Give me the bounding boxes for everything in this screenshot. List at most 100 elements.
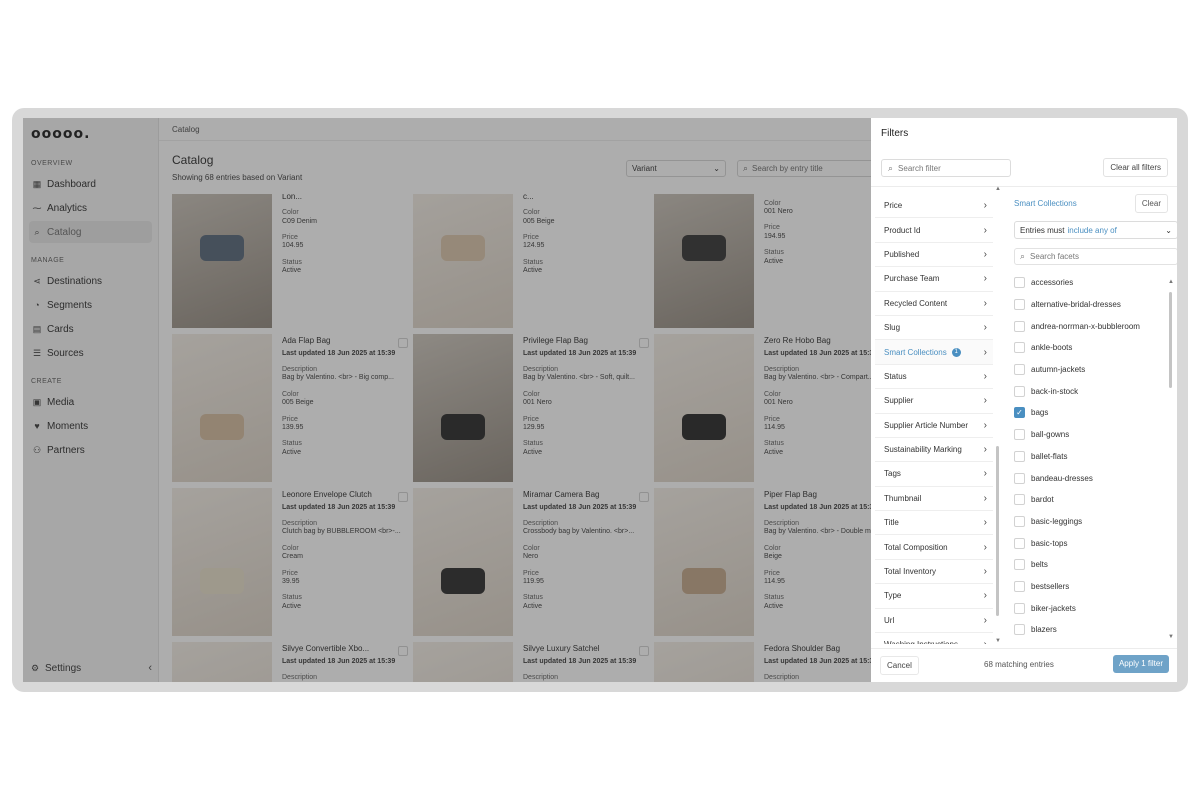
facet-checkbox[interactable] xyxy=(1014,515,1025,527)
field-scroll-down-icon[interactable]: ▼ xyxy=(995,638,1001,644)
facet-checkbox[interactable] xyxy=(1014,342,1025,354)
filter-field-slug[interactable]: Slug › xyxy=(875,316,993,341)
field-scroll-up-icon[interactable]: ▲ xyxy=(995,186,1001,192)
filter-field-label: Recycled Content xyxy=(884,298,948,308)
filter-field-price[interactable]: Price › xyxy=(875,194,993,219)
facet-label: biker-jackets xyxy=(1031,603,1076,613)
facet-scroll-down-icon[interactable]: ▼ xyxy=(1168,634,1174,640)
facet-mode-value: include any of xyxy=(1067,225,1117,235)
facet-option-andrea-norrman-x-bubbleroom[interactable]: andrea-norrman-x-bubbleroom xyxy=(1014,315,1164,337)
chevron-down-icon: ⌄ xyxy=(1165,225,1172,235)
facet-checkbox[interactable] xyxy=(1014,320,1025,332)
filter-field-url[interactable]: Url › xyxy=(875,609,993,634)
filter-field-label: Total Inventory xyxy=(884,567,937,577)
facet-label: belts xyxy=(1031,560,1048,570)
filter-field-label: Slug xyxy=(884,323,901,333)
facet-list-scrollbar[interactable] xyxy=(1169,292,1172,388)
facet-option-ankle-boots[interactable]: ankle-boots xyxy=(1014,337,1164,359)
field-list-scrollbar[interactable] xyxy=(996,446,999,616)
facet-checkbox[interactable]: ✓ xyxy=(1014,407,1025,419)
facet-option-alternative-bridal-dresses[interactable]: alternative-bridal-dresses xyxy=(1014,294,1164,316)
filter-panel: Filters ⌕ Search filter Clear all filter… xyxy=(871,118,1177,682)
facet-option-blazers[interactable]: blazers xyxy=(1014,619,1164,641)
filter-field-status[interactable]: Status › xyxy=(875,365,993,390)
filter-field-label: Supplier Article Number xyxy=(884,420,969,430)
filter-field-label: Total Composition xyxy=(884,542,948,552)
facet-option-bags[interactable]: ✓ bags xyxy=(1014,402,1164,424)
chevron-right-icon: › xyxy=(983,297,987,309)
filter-field-label: Tags xyxy=(884,469,901,479)
filter-field-list: Price › Product Id › Published › Purchase Team… xyxy=(875,194,993,644)
facet-checkbox[interactable] xyxy=(1014,580,1025,592)
facet-option-back-in-stock[interactable]: back-in-stock xyxy=(1014,380,1164,402)
facet-checkbox[interactable] xyxy=(1014,537,1025,549)
filter-field-published[interactable]: Published › xyxy=(875,243,993,268)
filter-field-label: Url xyxy=(884,615,895,625)
facet-checkbox[interactable] xyxy=(1014,494,1025,506)
filter-field-label: Product Id xyxy=(884,225,921,235)
filter-field-product-id[interactable]: Product Id › xyxy=(875,218,993,243)
facet-scroll-up-icon[interactable]: ▲ xyxy=(1168,279,1174,285)
facet-label: accessories xyxy=(1031,278,1074,288)
apply-filter-button[interactable]: Apply 1 filter xyxy=(1112,655,1169,673)
facet-label: alternative-bridal-dresses xyxy=(1031,300,1121,310)
filter-field-label: Smart Collections xyxy=(884,347,947,357)
filter-field-total-composition[interactable]: Total Composition › xyxy=(875,535,993,560)
clear-all-filters-button[interactable]: Clear all filters xyxy=(1103,158,1168,177)
facet-checkbox[interactable] xyxy=(1014,559,1025,571)
filter-field-washing-instructions[interactable]: Washing Instructions › xyxy=(875,633,993,644)
facet-label: ballet-flats xyxy=(1031,451,1068,461)
facet-checkbox[interactable] xyxy=(1014,450,1025,462)
facet-option-basic-tops[interactable]: basic-tops xyxy=(1014,532,1164,554)
filter-field-total-inventory[interactable]: Total Inventory › xyxy=(875,560,993,585)
facet-option-biker-jackets[interactable]: biker-jackets xyxy=(1014,597,1164,619)
facet-label: back-in-stock xyxy=(1031,386,1079,396)
filter-field-sustainability-marking[interactable]: Sustainability Marking › xyxy=(875,438,993,463)
filter-search-input[interactable]: ⌕ Search filter xyxy=(881,159,1011,177)
facet-option-autumn-jackets[interactable]: autumn-jackets xyxy=(1014,359,1164,381)
filter-field-label: Supplier xyxy=(884,396,914,406)
facet-search-placeholder: Search facets xyxy=(1030,252,1079,261)
chevron-right-icon: › xyxy=(983,492,987,504)
facet-panel-title: Smart Collections xyxy=(1014,199,1077,208)
facet-label: andrea-norrman-x-bubbleroom xyxy=(1031,321,1140,331)
search-icon: ⌕ xyxy=(888,162,894,173)
filter-field-supplier[interactable]: Supplier › xyxy=(875,389,993,414)
filter-field-title[interactable]: Title › xyxy=(875,511,993,536)
facet-match-mode-select[interactable]: Entries must include any of ⌄ xyxy=(1014,221,1177,239)
filter-field-label: Thumbnail xyxy=(884,493,922,503)
facet-checkbox[interactable] xyxy=(1014,299,1025,311)
facet-option-bestsellers[interactable]: bestsellers xyxy=(1014,576,1164,598)
filter-field-type[interactable]: Type › xyxy=(875,584,993,609)
chevron-right-icon: › xyxy=(983,517,987,529)
filter-field-tags[interactable]: Tags › xyxy=(875,462,993,487)
modal-overlay[interactable] xyxy=(23,118,871,682)
filter-field-supplier-article-number[interactable]: Supplier Article Number › xyxy=(875,414,993,438)
facet-option-ballet-flats[interactable]: ballet-flats xyxy=(1014,446,1164,468)
facet-option-accessories[interactable]: accessories xyxy=(1014,272,1164,294)
filter-field-purchase-team[interactable]: Purchase Team › xyxy=(875,267,993,292)
facet-clear-button[interactable]: Clear xyxy=(1134,194,1168,213)
facet-checkbox[interactable] xyxy=(1014,277,1025,289)
facet-search-input[interactable]: ⌕ Search facets xyxy=(1014,248,1177,265)
facet-option-basic-leggings[interactable]: basic-leggings xyxy=(1014,511,1164,533)
facet-option-bardot[interactable]: bardot xyxy=(1014,489,1164,511)
cancel-button[interactable]: Cancel xyxy=(880,656,919,675)
facet-option-ball-gowns[interactable]: ball-gowns xyxy=(1014,424,1164,446)
filter-field-recycled-content[interactable]: Recycled Content › xyxy=(875,292,993,316)
facet-option-belts[interactable]: belts xyxy=(1014,554,1164,576)
facet-checkbox[interactable] xyxy=(1014,624,1025,636)
filter-field-label: Title xyxy=(884,518,899,528)
facet-checkbox[interactable] xyxy=(1014,429,1025,441)
chevron-right-icon: › xyxy=(983,468,987,480)
search-icon: ⌕ xyxy=(1020,251,1026,261)
facet-label: ankle-boots xyxy=(1031,343,1073,353)
facet-checkbox[interactable] xyxy=(1014,364,1025,376)
filter-field-smart-collections[interactable]: Smart Collections 1 › xyxy=(875,340,993,365)
facet-option-bandeau-dresses[interactable]: bandeau-dresses xyxy=(1014,467,1164,489)
facet-label: bardot xyxy=(1031,495,1054,505)
filter-field-thumbnail[interactable]: Thumbnail › xyxy=(875,487,993,512)
facet-checkbox[interactable] xyxy=(1014,385,1025,397)
facet-checkbox[interactable] xyxy=(1014,602,1025,614)
facet-checkbox[interactable] xyxy=(1014,472,1025,484)
